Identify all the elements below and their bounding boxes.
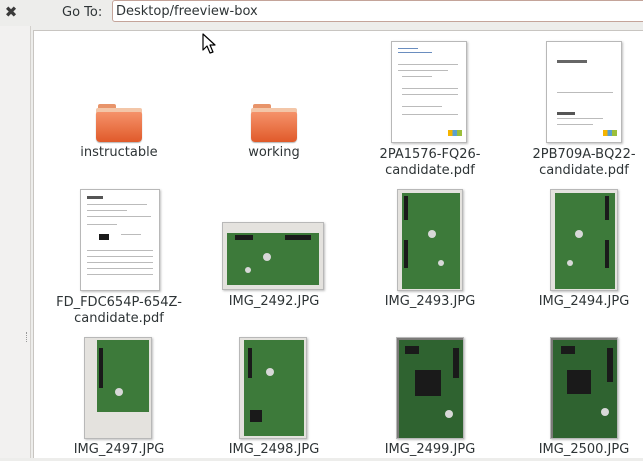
- file-item-img-2494[interactable]: IMG_2494.JPG: [524, 189, 643, 313]
- file-item-img-2492[interactable]: IMG_2492.JPG: [214, 222, 334, 312]
- folder-icon: [251, 104, 297, 142]
- image-thumbnail-icon: [84, 337, 152, 439]
- goto-label: Go To:: [62, 5, 103, 20]
- file-label: IMG_2498.JPG: [228, 442, 320, 457]
- file-label: IMG_2497.JPG: [73, 442, 165, 457]
- file-item-img-2500[interactable]: IMG_2500.JPG: [524, 337, 643, 461]
- file-item-2pb709a[interactable]: 2PB709A-BQ22- candidate.pdf: [524, 41, 643, 181]
- file-label-line1: FD_FDC654P-654Z-: [56, 295, 182, 310]
- file-item-fd-fdc654p[interactable]: FD_FDC654P-654Z- candidate.pdf: [49, 189, 189, 329]
- pdf-thumbnail-icon: [546, 41, 622, 143]
- file-item-working[interactable]: working: [224, 101, 324, 163]
- pane-resize-handle[interactable]: [26, 332, 29, 342]
- file-label: IMG_2493.JPG: [384, 294, 476, 309]
- file-label-line2: candidate.pdf: [385, 163, 475, 178]
- file-item-img-2497[interactable]: IMG_2497.JPG: [59, 337, 179, 461]
- file-item-img-2499[interactable]: IMG_2499.JPG: [370, 337, 490, 461]
- image-thumbnail-icon: [550, 189, 618, 291]
- folder-icon: [96, 104, 142, 142]
- file-label-line1: 2PB709A-BQ22-: [532, 147, 636, 162]
- image-thumbnail-icon: [239, 337, 307, 439]
- file-item-2pa1576[interactable]: 2PA1576-FQ26- candidate.pdf: [370, 41, 490, 181]
- pdf-thumbnail-icon: [80, 189, 160, 291]
- file-label-line2: candidate.pdf: [74, 311, 164, 326]
- file-label: IMG_2494.JPG: [538, 294, 630, 309]
- file-label: IMG_2500.JPG: [538, 442, 630, 457]
- file-label: IMG_2492.JPG: [228, 294, 320, 309]
- pdf-thumbnail-icon: [391, 41, 467, 143]
- file-label-line1: 2PA1576-FQ26-: [379, 147, 481, 162]
- file-item-img-2493[interactable]: IMG_2493.JPG: [370, 189, 490, 313]
- file-label: instructable: [80, 145, 158, 160]
- image-thumbnail-icon: [222, 222, 324, 290]
- file-label-line2: candidate.pdf: [539, 163, 629, 178]
- mouse-pointer-icon: [202, 33, 216, 54]
- image-thumbnail-icon: [397, 189, 463, 291]
- location-input[interactable]: [112, 0, 643, 22]
- sidebar-pane: [0, 26, 31, 458]
- file-item-instructable[interactable]: instructable: [69, 101, 169, 163]
- image-thumbnail-icon: [550, 337, 618, 439]
- location-bar: ✖ Go To:: [0, 0, 643, 26]
- image-thumbnail-icon: [396, 337, 464, 439]
- close-icon[interactable]: ✖: [3, 3, 19, 21]
- file-label: IMG_2499.JPG: [384, 442, 476, 457]
- icon-view[interactable]: instructable working 2PA1576-FQ26- candi…: [33, 30, 643, 458]
- file-label: working: [248, 145, 300, 160]
- file-item-img-2498[interactable]: IMG_2498.JPG: [214, 337, 334, 461]
